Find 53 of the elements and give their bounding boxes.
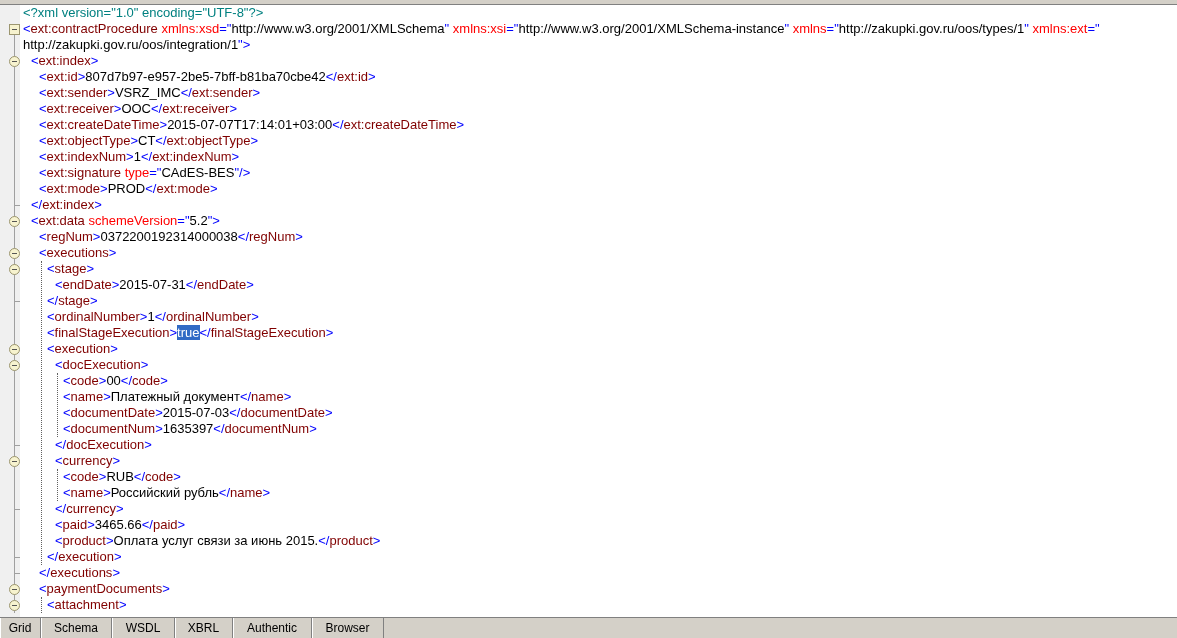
code-line: <?xml version="1.0" encoding="UTF-8"?> [23,5,264,21]
collapse-icon[interactable] [9,344,20,355]
collapse-icon[interactable] [9,584,20,595]
collapse-icon[interactable] [9,456,20,467]
code-line: <ext:contractProcedure xmlns:xsd="http://www.w3.org/2001/XMLSchema" xmlns:xsi="http://www.w3.org/2001/XMLSchema-instance" xmlns="http://zakupki.gov.ru/oos/types/1" xmlns:ext=" [23,21,1100,37]
code-line: </executions> [39,565,120,581]
code-line: <ext:data schemeVersion="5.2"> [31,213,220,229]
code-line: <ext:mode>PROD</ext:mode> [39,181,218,197]
collapse-icon[interactable] [9,360,20,371]
code-line: <stage> [47,261,94,277]
code-line: <ext:id>807d7b97-e957-2be5-7bff-b81ba70cbe42</ext:id> [39,69,376,85]
collapse-icon[interactable] [9,216,20,227]
collapse-icon[interactable] [9,56,20,67]
code-line: <ext:receiver>OOC</ext:receiver> [39,101,238,117]
code-line: <ext:objectType>CT</ext:objectType> [39,133,258,149]
code-line: <endDate>2015-07-31</endDate> [55,277,254,293]
code-line: </docExecution> [55,437,152,453]
view-tab[interactable]: Browser [312,618,384,638]
code-line: </ext:index> [31,197,102,213]
code-line: <ext:signature type="CAdES-BES"/> [39,165,251,181]
code-line: </currency> [55,501,124,517]
code-line: <docExecution> [55,357,149,373]
code-line: <paid>3465.66</paid> [55,517,186,533]
collapse-icon[interactable] [9,248,20,259]
code-line: <product>Оплата услуг связи за июнь 2015.</product> [55,533,381,549]
code-line: <ext:createDateTime>2015-07-07T17:14:01+03:00</ext:createDateTime> [39,117,465,133]
code-line: http://zakupki.gov.ru/oos/integration/1"> [23,37,251,53]
view-tab[interactable]: Authentic [233,618,312,638]
code-line: <code>RUB</code> [63,469,181,485]
code-line: <executions> [39,245,117,261]
code-line: <name>Российский рубль</name> [63,485,271,501]
view-tab[interactable]: XBRL [175,618,233,638]
code-line: <code>00</code> [63,373,168,389]
code-line: <ordinalNumber>1</ordinalNumber> [47,309,259,325]
collapse-icon[interactable] [9,264,20,275]
collapse-icon[interactable] [9,24,20,35]
code-line: <documentDate>2015-07-03</documentDate> [63,405,333,421]
code-line: </stage> [47,293,98,309]
code-line: </execution> [47,549,122,565]
code-line: <ext:sender>VSRZ_IMC</ext:sender> [39,85,261,101]
code-line: <execution> [47,341,118,357]
code-line: <currency> [55,453,121,469]
code-line: <paymentDocuments> [39,581,170,597]
collapse-icon[interactable] [9,600,20,611]
view-tab[interactable]: Schema [41,618,112,638]
code-line: <ext:indexNum>1</ext:indexNum> [39,149,240,165]
view-tab[interactable]: WSDL [112,618,175,638]
view-tab[interactable]: Grid [0,618,41,638]
code-line: <documentNum>1635397</documentNum> [63,421,317,437]
code-line: <name>Платежный документ</name> [63,389,292,405]
code-line: <regNum>0372200192314000038</regNum> [39,229,303,245]
code-line: <ext:index> [31,53,99,69]
code-line: <attachment> [47,597,127,613]
